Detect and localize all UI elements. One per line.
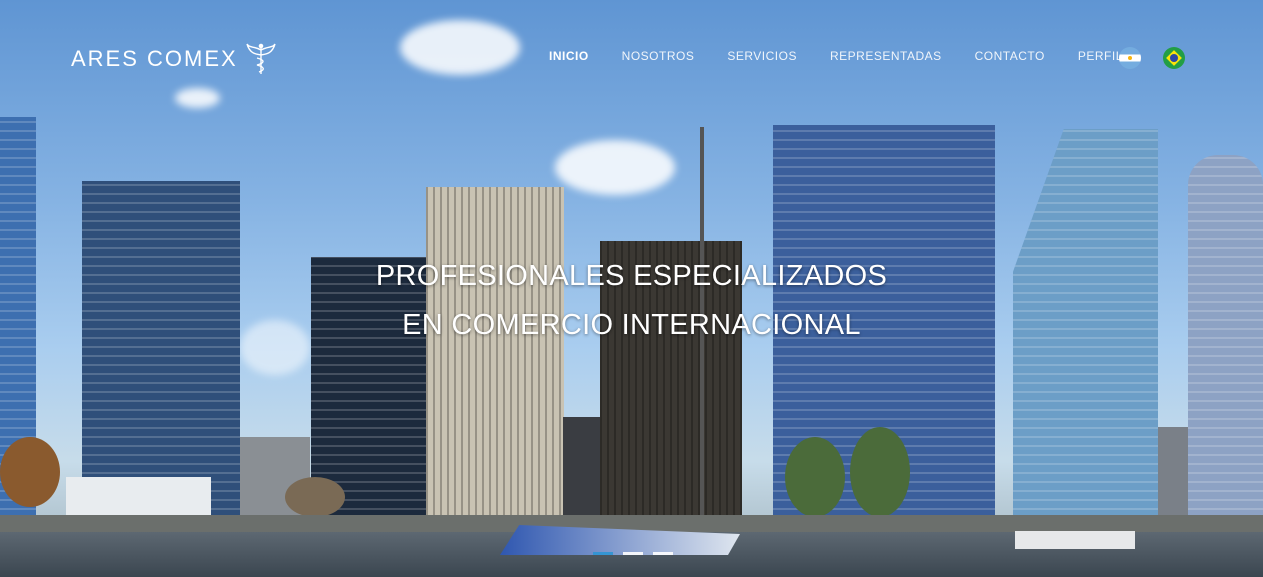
tree bbox=[0, 437, 60, 507]
nav-item-nosotros[interactable]: NOSOTROS bbox=[622, 49, 695, 63]
brazil-flag-icon[interactable] bbox=[1163, 47, 1185, 69]
boat bbox=[1015, 531, 1135, 549]
hero-headline: PROFESIONALES ESPECIALIZADOS EN COMERCIO… bbox=[0, 252, 1263, 350]
hero-slider: ARES COMEX INICIO NOSOTROS SERVICIOS REP… bbox=[0, 0, 1263, 577]
navbar: ARES COMEX INICIO NOSOTROS SERVICIOS REP… bbox=[0, 0, 1263, 110]
caduceus-wings-icon bbox=[246, 43, 276, 74]
nav-item-servicios[interactable]: SERVICIOS bbox=[727, 49, 797, 63]
slide-indicator-2[interactable] bbox=[623, 552, 643, 555]
brand-name: ARES COMEX bbox=[71, 46, 238, 71]
slide-indicator-1[interactable] bbox=[593, 552, 613, 555]
tree bbox=[850, 427, 910, 517]
nav-item-perfil[interactable]: PERFIL bbox=[1078, 49, 1123, 63]
headline-line-1: PROFESIONALES ESPECIALIZADOS bbox=[375, 260, 888, 292]
slider-indicators bbox=[593, 552, 683, 555]
tree bbox=[785, 437, 845, 517]
cloud bbox=[555, 140, 675, 195]
slide-indicator-3[interactable] bbox=[653, 552, 673, 555]
nav-item-inicio[interactable]: INICIO bbox=[549, 49, 589, 63]
brand-logo[interactable]: ARES COMEX bbox=[71, 42, 276, 76]
argentina-flag-icon[interactable] bbox=[1119, 47, 1141, 69]
building bbox=[426, 187, 564, 537]
main-menu: INICIO NOSOTROS SERVICIOS REPRESENTADAS … bbox=[549, 49, 1156, 63]
headline-line-2: EN COMERCIO INTERNACIONAL bbox=[402, 309, 861, 341]
tree bbox=[285, 477, 345, 517]
nav-item-representadas[interactable]: REPRESENTADAS bbox=[830, 49, 942, 63]
nav-item-contacto[interactable]: CONTACTO bbox=[975, 49, 1045, 63]
